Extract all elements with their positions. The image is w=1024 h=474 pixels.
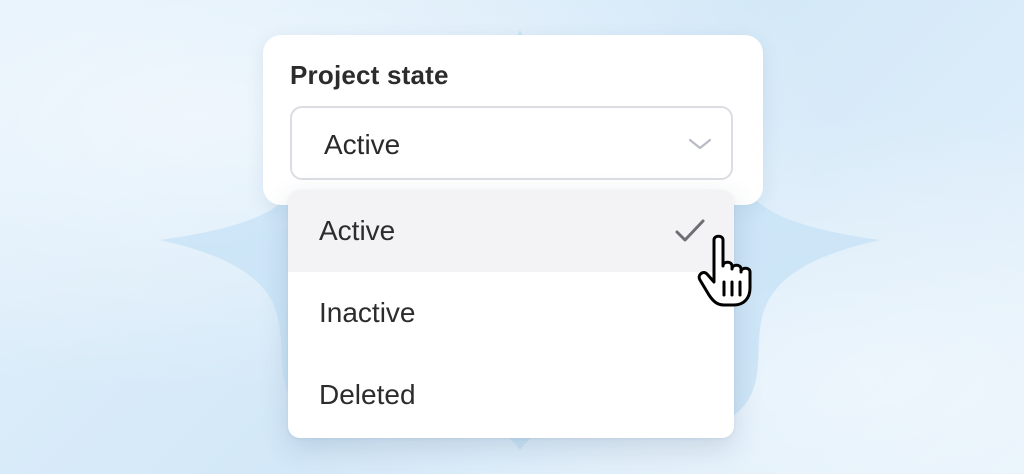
option-label: Deleted: [319, 379, 416, 410]
project-state-card: Project state Active: [263, 35, 763, 205]
field-label: Project state: [290, 60, 449, 90]
option-label: Inactive: [319, 297, 416, 328]
project-state-select[interactable]: Active: [290, 106, 733, 180]
dropdown-option-inactive[interactable]: Inactive: [288, 272, 734, 354]
dropdown-option-active[interactable]: Active: [288, 190, 734, 272]
hand-pointer-cursor-icon: [697, 234, 752, 307]
dropdown-option-deleted[interactable]: Deleted: [288, 354, 734, 436]
select-current-value: Active: [324, 129, 401, 160]
dropdown-menu: Active Inactive Deleted: [288, 190, 734, 438]
chevron-down-icon: [688, 138, 712, 150]
option-label: Active: [319, 215, 396, 246]
